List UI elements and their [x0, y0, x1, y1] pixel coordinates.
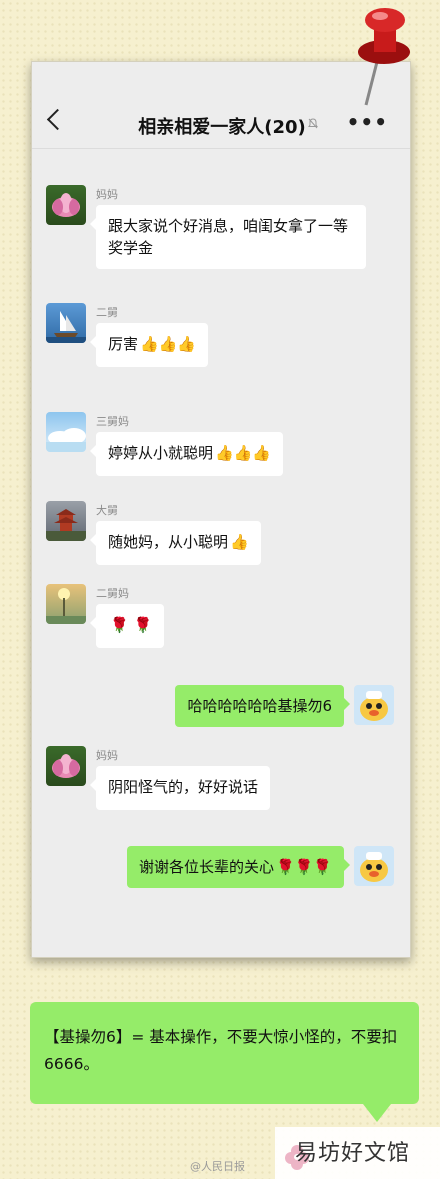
avatar[interactable] [46, 303, 86, 343]
sender-name: 三舅妈 [96, 415, 129, 428]
chat-title: 相亲相爱一家人(20) [138, 117, 306, 138]
my-avatar[interactable] [354, 846, 394, 886]
avatar[interactable] [46, 412, 86, 452]
avatar[interactable] [46, 185, 86, 225]
sender-name: 妈妈 [96, 188, 118, 201]
sender-name: 妈妈 [96, 749, 118, 762]
chat-window: 相亲相爱一家人(20) ••• 妈妈 跟大家说个好消息，咱闺女拿了一等奖学金 二… [31, 61, 411, 958]
rose-emoji: 🌹🌹🌹 [275, 858, 332, 876]
message-text: 阴阳怪气的，好好说话 [108, 778, 259, 796]
sender-name: 二舅妈 [96, 587, 129, 600]
message-text: 谢谢各位长辈的关心 [138, 858, 274, 876]
avatar[interactable] [46, 746, 86, 786]
message-bubble[interactable]: 婷婷从小就聪明 👍👍👍 [89, 432, 284, 476]
bell-off-icon [308, 118, 318, 132]
thumbs-up-emoji: 👍👍👍 [215, 444, 272, 462]
thumbs-up-emoji: 👍👍👍 [140, 335, 197, 353]
explanation-note: 【基操勿6】= 基本操作，不要大惊小怪的，不要扣6666。 [30, 1002, 419, 1122]
sender-name: 二舅 [96, 306, 118, 319]
thumbs-up-emoji: 👍 [230, 533, 249, 551]
back-chevron-icon[interactable] [46, 108, 69, 131]
my-message-bubble[interactable]: 谢谢各位长辈的关心 🌹🌹🌹 [126, 846, 351, 888]
message-text: 厉害 [108, 335, 139, 353]
rose-emoji: 🌹 🌹 [110, 616, 153, 634]
message-bubble[interactable]: 🌹 🌹 [89, 604, 165, 648]
site-watermark: 易坊好文馆 [275, 1127, 440, 1179]
pushpin-icon [358, 8, 410, 106]
my-avatar[interactable] [354, 685, 394, 725]
note-text: 【基操勿6】= 基本操作，不要大惊小怪的，不要扣6666。 [44, 1028, 398, 1073]
message-text: 婷婷从小就聪明 [108, 444, 214, 462]
source-watermark: @人民日报 [190, 1160, 245, 1173]
my-message-bubble[interactable]: 哈哈哈哈哈哈基操勿6 [175, 685, 350, 727]
avatar[interactable] [46, 584, 86, 624]
more-options-icon[interactable]: ••• [347, 110, 388, 134]
message-text: 跟大家说个好消息，咱闺女拿了一等奖学金 [108, 217, 349, 257]
sender-name: 大舅 [96, 504, 118, 517]
message-bubble[interactable]: 跟大家说个好消息，咱闺女拿了一等奖学金 [90, 205, 366, 269]
message-bubble[interactable]: 厉害 👍👍👍 [89, 323, 209, 367]
watermark-text: 易坊好文馆 [295, 1141, 411, 1166]
message-bubble[interactable]: 随她妈，从小聪明 👍 [90, 521, 261, 565]
avatar[interactable] [46, 501, 86, 541]
message-bubble[interactable]: 阴阳怪气的，好好说话 [89, 766, 271, 810]
message-text: 哈哈哈哈哈哈基操勿6 [187, 697, 332, 715]
message-text: 随她妈，从小聪明 [108, 533, 229, 551]
